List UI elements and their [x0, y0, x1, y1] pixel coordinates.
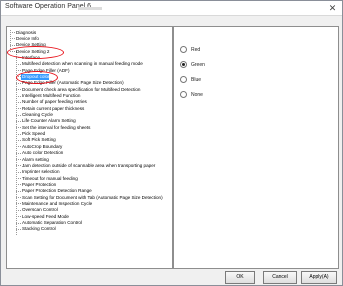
tree-item-label: Jam detection outside of scannable area … [22, 162, 156, 168]
tree-item-label: Stacking Control [22, 226, 56, 232]
tree-item-label: Diagnosis [16, 29, 37, 35]
tree-item-label: Life Counter Alarm Setting [22, 118, 76, 124]
tree-connector [16, 165, 21, 167]
tree-guide-line [16, 51, 17, 235]
tree-item-label: Scan Setting for Document with Tab (Auto… [22, 194, 163, 200]
tree-item-label: Soft Pick Setting [22, 137, 56, 143]
tree-connector [16, 133, 21, 135]
radio-option[interactable]: Red [180, 46, 200, 54]
tree-connector [16, 82, 21, 84]
tree-connector [16, 159, 21, 160]
radio-button-icon[interactable] [180, 46, 187, 54]
tree-item-label: Document check area specification for Mu… [22, 86, 141, 92]
tree-item-label: Interface [22, 54, 40, 60]
tree-item-label: Cleaning Cycle [22, 112, 53, 118]
apply-button[interactable]: Apply(A) [301, 271, 337, 284]
tree-item-label: AutoCrop Boundary [22, 143, 63, 149]
tree-connector [16, 57, 21, 59]
tree-item-label: Device Setting 2 [16, 48, 50, 54]
ok-button[interactable]: OK [225, 271, 255, 284]
radio-button-icon[interactable] [180, 61, 187, 69]
software-operation-panel-window: Software Operation Panel 6 ✕ Diagnosis De… [0, 0, 343, 286]
tree-connector [16, 190, 21, 192]
settings-tree[interactable]: Diagnosis Device Info Device Setting Device… [6, 26, 173, 269]
tree-item-label: Dropout color [22, 73, 50, 79]
tree-item-label: Alarm setting [22, 156, 49, 162]
cancel-button[interactable]: Cancel [263, 271, 297, 284]
radio-option-label: Blue [191, 77, 202, 83]
tree-item-label: Device Setting [16, 42, 46, 48]
tree-item-label: Overscan Control [22, 207, 58, 213]
tree-item-label: Automatic Separation Control [22, 220, 83, 225]
tree-item-label: Page Edge Filler (ADF) [22, 67, 70, 73]
tree-connector [16, 95, 21, 97]
tree-item-label: Paper Protection [22, 181, 57, 187]
tree-item-label: Timeout for manual feeding [22, 175, 78, 181]
tree-connector [16, 209, 21, 211]
tree-connector [16, 228, 21, 230]
tree-item-label: Device Info [16, 35, 39, 41]
tree-item-label: Low-speed Feed Mode [22, 213, 69, 219]
tree-connector [16, 171, 21, 173]
tree-connector [16, 222, 21, 224]
tree-connector [16, 146, 21, 148]
tree-connector [10, 51, 15, 53]
tree-connector [16, 197, 21, 199]
tree-connector [16, 63, 21, 65]
tree-connector [16, 216, 21, 218]
radio-option-label: Red [191, 47, 201, 53]
option-panel: Red Green Blue None [173, 26, 339, 269]
radio-button-icon[interactable] [180, 76, 187, 84]
tree-connector [16, 114, 21, 116]
tree-item-label: Pick Speed [22, 131, 46, 137]
radio-option[interactable]: Green [180, 61, 205, 69]
close-icon[interactable]: ✕ [325, 2, 340, 14]
radio-option[interactable]: Blue [180, 76, 201, 84]
tree-connector [10, 32, 15, 33]
tree-connector [16, 108, 21, 110]
tree-item-label: Paper Protection Detection Range [22, 188, 92, 194]
tree-connector [16, 139, 21, 141]
tree-item-label: Auto color Detection [22, 150, 64, 156]
tree-item-label: Page Edge Filler (Automatic Page Size De… [22, 80, 124, 86]
tree-connector [16, 152, 21, 154]
tree-connector [16, 101, 21, 103]
tree-connector [16, 89, 21, 91]
title-redaction [78, 7, 102, 10]
radio-option-label: None [191, 92, 203, 98]
radio-option[interactable]: None [180, 91, 203, 99]
radio-button-icon[interactable] [180, 91, 187, 99]
tree-connector [16, 120, 21, 122]
tree-item-label: Maintenance and Inspection Cycle [22, 200, 93, 206]
tree-item-label: Multifeed detection when scanning in man… [22, 61, 143, 67]
tree-item-label: Intelligent Multifeed Function [22, 93, 81, 98]
tree-item-label: Retain current paper thickness [22, 105, 85, 111]
tree-connector [16, 178, 21, 180]
tree-connector [16, 203, 21, 205]
tree-item-label: Set the interval for feeding sheets [22, 124, 91, 130]
radio-option-label: Green [191, 62, 205, 68]
tree-item-label: Number of paper feeding retries [22, 99, 87, 105]
tree-connector [16, 184, 21, 186]
tree-item-label: Imprinter selection [22, 169, 60, 175]
tree-connector [10, 38, 15, 40]
tree-connector [16, 70, 21, 72]
tree-connector [10, 44, 15, 46]
title-bar[interactable]: Software Operation Panel 6 ✕ [1, 1, 342, 16]
tree-connector [16, 127, 21, 129]
